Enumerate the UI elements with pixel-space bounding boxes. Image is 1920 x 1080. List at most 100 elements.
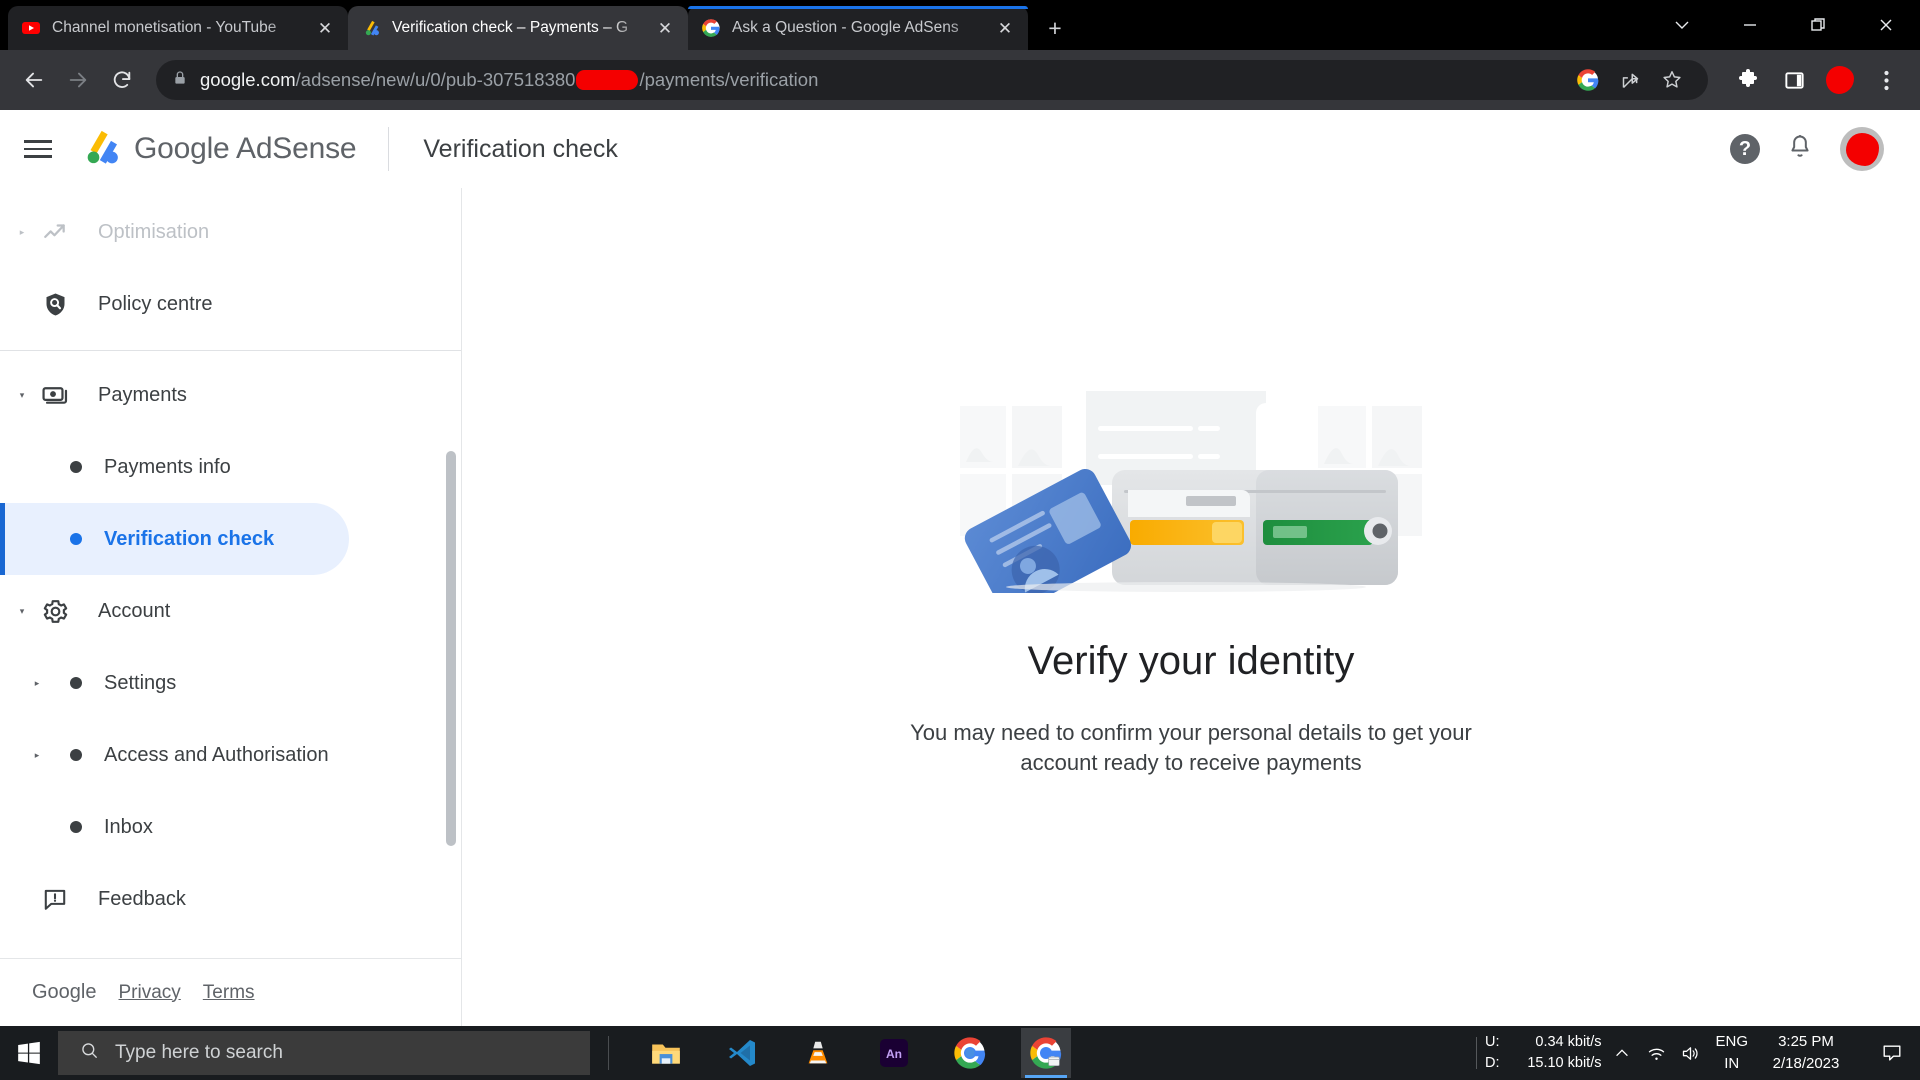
sidebar-item-label: Access and Authorisation [104, 743, 329, 766]
bookmark-star-icon[interactable] [1652, 60, 1692, 100]
sidebar-item-settings[interactable]: ▸ Settings [0, 647, 461, 719]
bullet-dot-icon [70, 461, 82, 473]
feedback-icon [34, 886, 76, 912]
privacy-link[interactable]: Privacy [119, 982, 181, 1004]
help-icon[interactable]: ? [1730, 134, 1760, 164]
taskbar-app-google-chrome[interactable] [945, 1028, 995, 1078]
avatar[interactable] [1840, 127, 1884, 171]
upload-speed: 0.34 kbit/s [1535, 1033, 1602, 1050]
svg-text:An: An [886, 1047, 902, 1061]
bullet-dot-icon [70, 821, 82, 833]
tab-verification-check[interactable]: Verification check – Payments – G ✕ [348, 6, 688, 50]
windows-taskbar: Type here to search An U: D: 0.34 kbit/s… [0, 1026, 1920, 1080]
adsense-icon [362, 19, 380, 37]
volume-icon[interactable] [1673, 1043, 1707, 1064]
sidebar-nav: ▸ Optimisation Policy centre ▾ Payments … [0, 188, 461, 958]
action-center-icon[interactable] [1870, 1042, 1914, 1064]
forward-button[interactable] [58, 60, 98, 100]
google-icon [702, 19, 720, 37]
browser-toolbar: google.com/adsense/new/u/0/pub-307518380… [0, 50, 1920, 110]
chevron-down-icon: ▾ [19, 605, 25, 616]
windows-start-icon[interactable] [0, 1040, 58, 1066]
side-panel-icon[interactable] [1774, 60, 1814, 100]
browser-window: Channel monetisation - YouTube ✕ Verific… [0, 0, 1920, 1026]
taskbar-apps: An [641, 1028, 1071, 1078]
tab-search-chevron-down-icon[interactable] [1648, 0, 1716, 50]
main-heading: Verify your identity [1027, 639, 1355, 683]
tab-ask-a-question[interactable]: Ask a Question - Google AdSens ✕ [688, 6, 1028, 50]
extensions-puzzle-icon[interactable] [1728, 60, 1768, 100]
profile-redaction-blob [1826, 66, 1854, 94]
share-icon[interactable] [1610, 60, 1650, 100]
terms-link[interactable]: Terms [203, 982, 255, 1004]
clock[interactable]: 3:25 PM 2/18/2023 [1760, 1031, 1852, 1075]
taskbar-app-visual-studio-code[interactable] [717, 1028, 767, 1078]
shield-search-icon [34, 291, 76, 318]
tab-close-button[interactable]: ✕ [992, 15, 1018, 41]
language-top: ENG [1715, 1033, 1748, 1051]
upload-label: U: [1484, 1033, 1500, 1050]
tab-title: Channel monetisation - YouTube [52, 19, 277, 36]
page-title: Verification check [423, 134, 618, 163]
sidebar-item-inbox[interactable]: Inbox [0, 791, 461, 863]
clock-time: 3:25 PM [1778, 1033, 1834, 1051]
taskbar-app-file-explorer[interactable] [641, 1028, 691, 1078]
search-input[interactable]: Type here to search [58, 1031, 590, 1075]
back-button[interactable] [14, 60, 54, 100]
adsense-brand[interactable]: Google AdSense [80, 127, 357, 172]
sidebar-item-optimisation[interactable]: ▸ Optimisation [0, 196, 461, 268]
main-subtitle: You may need to confirm your personal de… [910, 720, 1472, 776]
sidebar-scrollbar[interactable] [446, 451, 456, 846]
taskbar-divider [608, 1036, 609, 1070]
sidebar: ▸ Optimisation Policy centre ▾ Payments … [0, 188, 462, 1026]
wifi-icon[interactable] [1639, 1043, 1673, 1064]
payments-icon [34, 381, 76, 409]
new-tab-button[interactable]: + [1038, 11, 1072, 45]
maximize-button[interactable] [1784, 0, 1852, 50]
sidebar-item-payments[interactable]: ▾ Payments [0, 359, 461, 431]
tab-title: Ask a Question - Google AdSens [732, 19, 959, 36]
system-tray: U: D: 0.34 kbit/s 15.10 kbit/s ENG IN 3:… [1468, 1031, 1920, 1075]
sidebar-item-label: Inbox [104, 815, 153, 838]
bullet-dot-icon [70, 533, 82, 545]
bullet-dot-icon [70, 749, 82, 761]
three-dot-menu-icon[interactable] [1866, 60, 1906, 100]
google-wordmark: Google [32, 981, 97, 1003]
sidebar-item-label: Verification check [104, 527, 275, 550]
sidebar-item-label: Optimisation [98, 220, 210, 243]
tab-title: Verification check – Payments – G [392, 19, 629, 36]
network-speed-indicator[interactable]: U: D: 0.34 kbit/s 15.10 kbit/s [1485, 1032, 1602, 1074]
tab-strip: Channel monetisation - YouTube ✕ Verific… [0, 0, 1920, 50]
google-lens-icon[interactable] [1568, 60, 1608, 100]
sidebar-item-payments-info[interactable]: Payments info [0, 431, 461, 503]
minimize-button[interactable] [1716, 0, 1784, 50]
avatar-redaction-blob [1845, 132, 1879, 166]
tab-close-button[interactable]: ✕ [312, 15, 338, 41]
main-content: Verify your identity You may need to con… [462, 188, 1920, 1026]
show-hidden-icons-chevron-up-icon[interactable] [1605, 1044, 1639, 1062]
tab-channel-monetisation[interactable]: Channel monetisation - YouTube ✕ [8, 6, 348, 50]
sidebar-item-verification-check[interactable]: Verification check [0, 503, 349, 575]
language-indicator[interactable]: ENG IN [1715, 1031, 1748, 1075]
youtube-icon [22, 19, 40, 37]
bell-icon[interactable] [1786, 133, 1814, 166]
tab-close-button[interactable]: ✕ [652, 15, 678, 41]
close-button[interactable] [1852, 0, 1920, 50]
taskbar-app-google-chrome-window[interactable] [1021, 1028, 1071, 1078]
sidebar-item-policy-centre[interactable]: Policy centre [0, 268, 461, 340]
sidebar-item-label: Payments [98, 383, 187, 406]
address-bar[interactable]: google.com/adsense/new/u/0/pub-307518380… [156, 60, 1708, 100]
sidebar-item-label: Settings [104, 671, 177, 694]
search-placeholder: Type here to search [115, 1042, 283, 1063]
main-menu-hamburger-icon[interactable] [24, 140, 76, 158]
brand-title: Google AdSense [134, 132, 357, 165]
taskbar-app-vlc-media-player[interactable] [793, 1028, 843, 1078]
download-label: D: [1484, 1055, 1500, 1071]
sidebar-item-access-and-authorisation[interactable]: ▸ Access and Authorisation [0, 719, 461, 791]
sidebar-item-feedback[interactable]: Feedback [0, 863, 461, 935]
sidebar-item-account[interactable]: ▾ Account [0, 575, 461, 647]
profile-avatar-icon[interactable] [1820, 60, 1860, 100]
reload-button[interactable] [102, 60, 142, 100]
chevron-right-icon: ▸ [34, 749, 40, 760]
taskbar-app-adobe-animate[interactable]: An [869, 1028, 919, 1078]
